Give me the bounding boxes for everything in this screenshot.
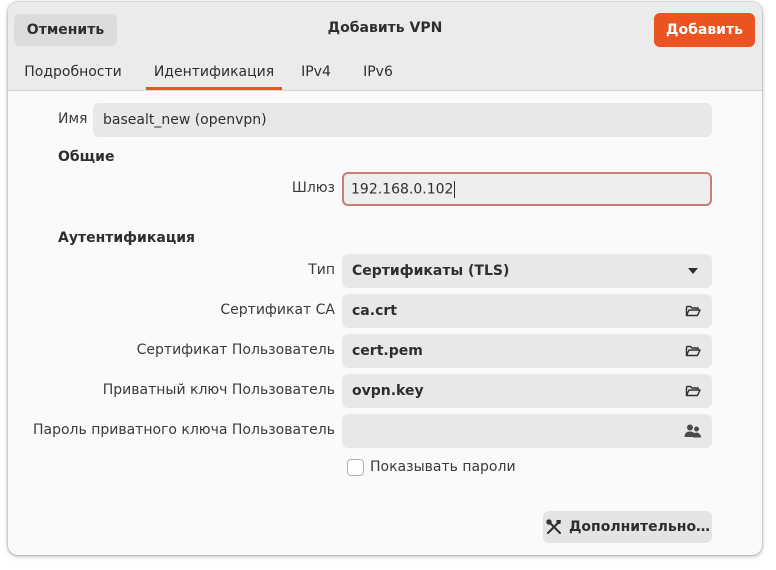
folder-open-icon[interactable] [684,342,702,360]
user-cert-file-chooser[interactable]: cert.pem [342,334,712,368]
user-cert-label: Сертификат Пользователь [136,342,335,358]
tools-icon [545,518,563,536]
type-value: Сертификаты (TLS) [352,263,510,279]
key-password-label: Пароль приватного ключа Пользователь [32,422,335,438]
user-cert-value: cert.pem [352,343,423,359]
add-button[interactable]: Добавить [654,13,755,47]
identity-page: Имя basealt_new (openvpn) Общие Шлюз 192… [8,91,762,555]
general-heading: Общие [58,149,115,165]
advanced-button[interactable]: Дополнительно… [543,511,712,543]
auth-heading: Аутентификация [58,230,195,246]
header-bar: Отменить Добавить VPN Добавить Подробнос… [8,2,762,91]
folder-open-icon[interactable] [684,382,702,400]
folder-open-icon[interactable] [684,302,702,320]
private-key-value: ovpn.key [352,383,424,399]
show-passwords-checkbox[interactable] [347,459,364,476]
gateway-field[interactable]: 192.168.0.102 [342,172,712,206]
advanced-label: Дополнительно… [568,519,711,535]
private-key-label: Приватный ключ Пользователь [102,382,335,398]
ca-value: ca.crt [352,303,397,319]
tab-details[interactable]: Подробности [16,58,130,90]
name-field[interactable]: basealt_new (openvpn) [93,103,712,137]
tab-ipv4[interactable]: IPv4 [296,58,336,90]
key-password-field[interactable] [342,414,712,448]
ca-file-chooser[interactable]: ca.crt [342,294,712,328]
tab-identity[interactable]: Идентификация [146,58,282,90]
pan-down-icon [684,262,702,280]
gateway-value: 192.168.0.102 [351,181,454,197]
name-value: basealt_new (openvpn) [103,112,267,128]
name-label: Имя [58,111,88,127]
add-vpn-dialog: Отменить Добавить VPN Добавить Подробнос… [8,2,762,555]
private-key-file-chooser[interactable]: ovpn.key [342,374,712,408]
text-caret [454,180,456,198]
tab-ipv6[interactable]: IPv6 [358,58,398,90]
show-passwords-label[interactable]: Показывать пароли [370,459,516,475]
dialog-title: Добавить VPN [327,20,443,36]
gateway-label: Шлюз [291,180,335,196]
ca-label: Сертификат CA [220,302,335,318]
type-dropdown[interactable]: Сертификаты (TLS) [342,254,712,288]
users-icon[interactable] [684,422,702,440]
type-label: Тип [308,262,335,278]
